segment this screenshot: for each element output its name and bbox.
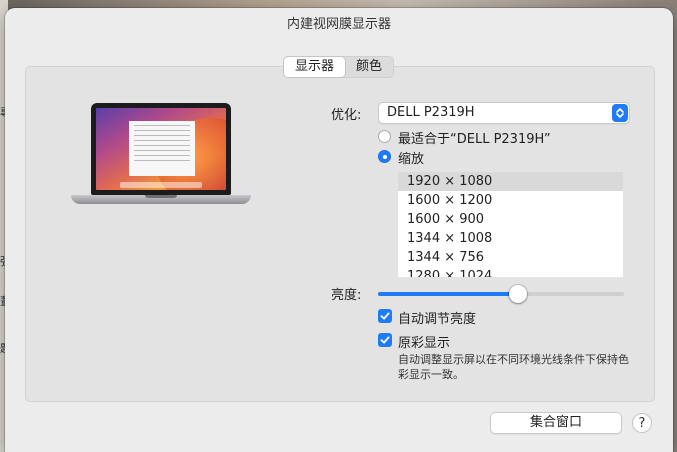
checkmark-icon [380,312,390,320]
resolution-option[interactable]: 1344 × 756 [398,248,623,267]
true-tone-label: 原彩显示 [398,336,451,351]
resolution-default-radio[interactable] [378,130,391,143]
title-bar[interactable]: 内建视网膜显示器 [5,8,673,34]
resolution-scaled-radio[interactable] [378,150,391,163]
resolution-option[interactable]: 1600 × 900 [398,210,623,229]
chevron-up-down-icon [612,104,628,122]
true-tone-description: 自动调整显示屏以在不同环境光线条件下保持色彩显示一致。 [398,353,629,381]
optimize-selected-value: DELL P2319H [387,105,475,120]
checkmark-icon [380,336,390,344]
gather-windows-button[interactable]: 集合窗口 [490,412,622,434]
laptop-lid [91,103,231,195]
tab-control: 显示器 颜色 [283,56,395,78]
brightness-label: 亮度: [331,288,362,303]
tab-display[interactable]: 显示器 [284,57,346,77]
tab-color[interactable]: 颜色 [345,57,393,77]
resolution-default-label: 最适合于“DELL P2319H” [398,132,551,147]
slider-fill [378,292,519,296]
resolution-option[interactable]: 1280 × 1024 [398,267,623,277]
resolution-list[interactable]: 1920 × 1080 1600 × 1200 1600 × 900 1344 … [398,172,623,277]
brightness-slider[interactable] [378,285,624,303]
document-window-thumbnail [129,121,195,176]
auto-brightness-checkbox[interactable] [378,309,392,323]
optimize-label: 优化: [331,108,362,123]
help-button[interactable]: ? [632,413,652,433]
laptop-notch [145,195,177,198]
resolution-option[interactable]: 1344 × 1008 [398,229,623,248]
optimize-select[interactable]: DELL P2319H [378,102,630,124]
resolution-option[interactable]: 1920 × 1080 [398,172,623,191]
laptop-screen [96,108,226,190]
slider-knob[interactable] [509,285,528,303]
true-tone-checkbox[interactable] [378,333,392,347]
resolution-scaled-label: 缩放 [398,152,425,167]
macbook-icon [71,103,251,213]
auto-brightness-label: 自动调节亮度 [398,312,477,327]
resolution-option[interactable]: 1600 × 1200 [398,191,623,210]
window-title: 内建视网膜显示器 [286,17,391,32]
display-preferences-window: 内建视网膜显示器 显示器 颜色 优化: DELL P2319H 最适合于“DEL… [5,8,673,452]
dock-thumbnail [120,182,202,188]
